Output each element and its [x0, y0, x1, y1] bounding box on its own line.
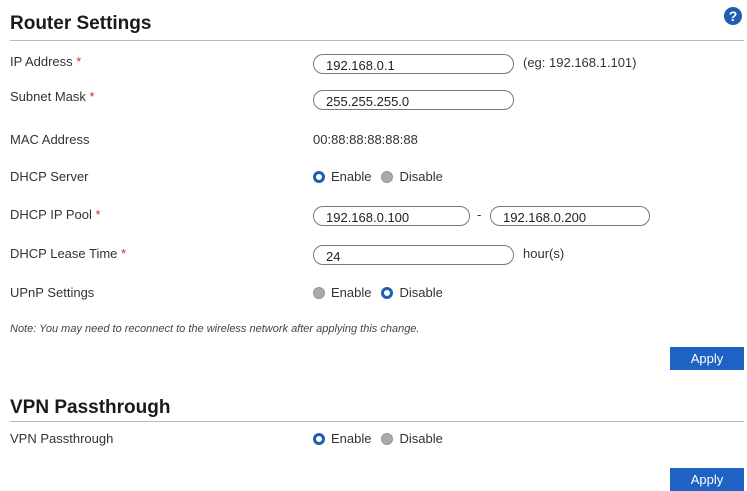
vpn-enable-radio[interactable]: [313, 432, 325, 445]
lease-time-unit: hour(s): [523, 246, 565, 261]
router-apply-button[interactable]: Apply: [670, 347, 744, 370]
vpn-divider: [10, 421, 744, 422]
vpn-apply-button[interactable]: Apply: [670, 468, 744, 491]
vpn-passthrough-label: VPN Passthrough: [10, 431, 114, 446]
vpn-radio-group: Enable Disable: [313, 431, 453, 446]
help-icon[interactable]: ?: [724, 7, 742, 25]
dhcp-pool-separator: -: [477, 207, 482, 222]
upnp-enable-option[interactable]: Enable: [313, 285, 371, 300]
router-settings-divider: [10, 40, 744, 41]
dhcp-enable-option[interactable]: Enable: [313, 169, 371, 184]
dhcp-lease-time-input[interactable]: [313, 245, 514, 265]
required-marker: *: [89, 89, 95, 104]
subnet-mask-input[interactable]: [313, 90, 514, 110]
required-marker: *: [121, 246, 127, 261]
dhcp-server-radio-group: Enable Disable: [313, 169, 453, 184]
required-marker: *: [76, 54, 82, 69]
vpn-disable-radio[interactable]: [381, 432, 394, 445]
dhcp-ip-pool-label: DHCP IP Pool *: [10, 207, 101, 222]
ip-address-input[interactable]: [313, 54, 514, 74]
upnp-radio-group: Enable Disable: [313, 285, 453, 300]
dhcp-disable-radio[interactable]: [381, 170, 394, 183]
upnp-enable-radio[interactable]: [313, 286, 325, 299]
dhcp-server-label: DHCP Server: [10, 169, 89, 184]
dhcp-disable-option[interactable]: Disable: [381, 169, 443, 184]
vpn-enable-option[interactable]: Enable: [313, 431, 371, 446]
mac-address-value: 00:88:88:88:88:88: [313, 132, 418, 147]
dhcp-lease-time-label: DHCP Lease Time *: [10, 246, 127, 261]
router-settings-title: Router Settings: [10, 13, 152, 34]
upnp-settings-label: UPnP Settings: [10, 285, 95, 300]
mac-address-label: MAC Address: [10, 132, 90, 147]
dhcp-pool-end-input[interactable]: [490, 206, 650, 226]
subnet-mask-label: Subnet Mask *: [10, 89, 95, 104]
required-marker: *: [95, 207, 101, 222]
upnp-disable-option[interactable]: Disable: [381, 285, 443, 300]
upnp-disable-radio[interactable]: [381, 286, 394, 299]
ip-address-hint: (eg: 192.168.1.101): [523, 55, 637, 70]
dhcp-pool-start-input[interactable]: [313, 206, 470, 226]
reconnect-note: Note: You may need to reconnect to the w…: [10, 323, 420, 335]
vpn-disable-option[interactable]: Disable: [381, 431, 443, 446]
dhcp-enable-radio[interactable]: [313, 170, 325, 183]
vpn-passthrough-title: VPN Passthrough: [10, 397, 171, 418]
ip-address-label: IP Address *: [10, 54, 82, 69]
